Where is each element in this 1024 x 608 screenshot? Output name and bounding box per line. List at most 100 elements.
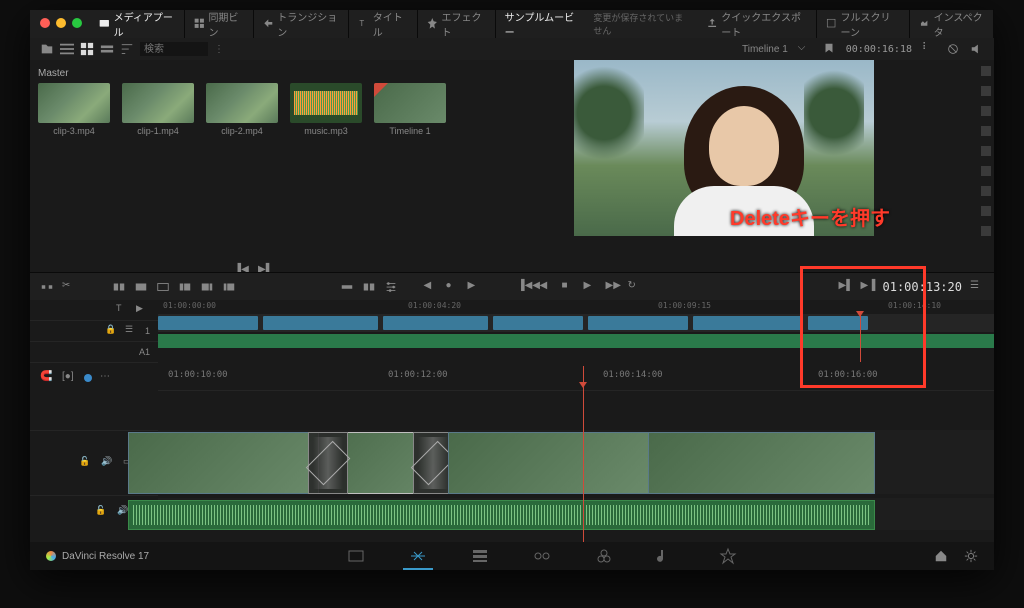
timeline-playhead[interactable] [583,366,584,542]
thumb-view-icon[interactable] [80,42,94,56]
timeline-track-area[interactable]: 01:00:10:00 01:00:12:00 01:00:14:00 01:0… [158,366,994,542]
nav-next-icon[interactable]: ▶ [468,280,482,294]
title-tab[interactable]: T タイトル [349,10,418,38]
cut-page-icon[interactable] [409,547,427,565]
bypass-icon[interactable] [946,42,960,56]
fullscreen-button[interactable]: フルスクリーン [817,9,910,39]
lock-icon[interactable]: 🔒 [105,324,119,338]
camera-icon[interactable] [981,226,991,236]
dots-icon[interactable]: ⠇ [922,42,936,56]
fit-icon[interactable] [178,280,192,294]
first-frame-icon[interactable]: ▐◀◀ [518,280,532,294]
mini-v1-header[interactable]: 🔒 ☰ 1 [30,321,158,342]
lens-icon[interactable] [981,146,991,156]
flag-icon[interactable]: ▶ [136,303,150,317]
insert-icon[interactable] [112,280,126,294]
strip-view-icon[interactable] [100,42,114,56]
quick-export-button[interactable]: クイックエクスポート [698,9,817,39]
nav-prev-icon[interactable]: ◀ [424,280,438,294]
marker-color-icon[interactable] [84,374,92,382]
import-icon[interactable] [40,42,54,56]
mini-clip[interactable] [158,316,258,330]
timeline-name[interactable]: Timeline 1 [742,44,788,55]
speaker-icon[interactable]: 🔊 [101,456,115,470]
maximize-icon[interactable] [72,18,82,28]
transport-timecode[interactable]: 01:00:13:20 [883,280,962,294]
deliver-page-icon[interactable] [719,547,737,565]
color-page-icon[interactable] [595,547,613,565]
edit-page-icon[interactable] [471,547,489,565]
list-view-icon[interactable] [60,42,74,56]
fusion-page-icon[interactable] [533,547,551,565]
ripple-icon[interactable] [222,280,236,294]
settings-gear-icon[interactable] [964,549,978,563]
append-icon[interactable] [200,280,214,294]
mini-track-area[interactable]: 01:00:00:00 01:00:04:20 01:00:09:15 01:0… [158,300,994,364]
mini-clip[interactable] [808,316,868,330]
play-icon[interactable]: ▶ [584,280,598,294]
effect-tab[interactable]: エフェクト [418,10,496,38]
blade-icon[interactable]: ✂ [62,280,76,294]
jump-end-icon[interactable]: ▶▐ [861,280,875,294]
timeline-thumb[interactable]: Timeline 1 [374,83,446,136]
smart-insert-icon[interactable] [40,280,54,294]
mini-clip[interactable] [263,316,378,330]
clip-thumb[interactable]: clip-1.mp4 [122,83,194,136]
loop-icon[interactable]: ↻ [628,280,642,294]
video-clip[interactable] [128,432,320,494]
video-clip[interactable] [448,432,650,494]
mini-clip[interactable] [493,316,583,330]
media-page-icon[interactable] [347,547,365,565]
mini-clip[interactable] [383,316,488,330]
close-icon[interactable] [40,18,50,28]
jump-next-icon[interactable]: ▶▌ [839,280,853,294]
speed-icon[interactable] [981,206,991,216]
stop-icon[interactable]: ■ [562,280,576,294]
mini-clip[interactable] [588,316,688,330]
chevron-down-icon[interactable]: ⌵ [798,42,812,56]
sync-bin-tab[interactable]: 同期ビン [185,10,254,38]
overwrite-icon[interactable] [134,280,148,294]
fairlight-page-icon[interactable] [657,547,675,565]
mini-a1-header[interactable]: A1 [30,342,158,363]
transition-tab[interactable]: トランジション [254,10,349,38]
timeline-ruler[interactable]: 01:00:10:00 01:00:12:00 01:00:14:00 01:0… [158,366,994,391]
marker-add-icon[interactable]: [●] [62,371,76,385]
color-icon[interactable] [981,166,991,176]
video-clip[interactable] [648,432,875,494]
sort-icon[interactable] [120,42,134,56]
clip-thumb[interactable]: clip-3.mp4 [38,83,110,136]
timeline-options-icon[interactable]: ☰ [970,280,984,294]
mini-clip[interactable] [693,316,803,330]
lock-icon[interactable]: 🔓 [95,505,109,519]
snap-icon[interactable]: 🧲 [40,371,54,385]
speaker-icon[interactable] [970,42,984,56]
home-icon[interactable] [934,549,948,563]
transition[interactable] [413,432,453,494]
mini-ruler[interactable]: 01:00:00:00 01:00:04:20 01:00:09:15 01:0… [158,300,994,314]
more-icon[interactable]: ⋯ [100,371,114,385]
audio-track-1[interactable] [158,498,994,530]
layers-icon[interactable]: ☰ [125,324,139,338]
mini-playhead[interactable] [860,312,861,362]
prev-frame-icon[interactable]: ◀ [540,280,554,294]
search-input[interactable] [140,42,208,56]
marker-icon[interactable] [822,42,836,56]
minimize-icon[interactable] [56,18,66,28]
split-icon[interactable] [362,280,376,294]
mini-audio-track[interactable] [158,334,994,348]
replace-icon[interactable] [156,280,170,294]
tools-toggle-icon[interactable] [981,66,991,76]
stabilize-icon[interactable] [981,126,991,136]
audio-icon[interactable] [981,186,991,196]
flip-icon[interactable] [981,106,991,116]
clip-thumb[interactable]: clip-2.mp4 [206,83,278,136]
next-frame-icon[interactable]: ▶▶ [606,280,620,294]
crop-icon[interactable] [981,86,991,96]
clip-thumb[interactable]: music.mp3 [290,83,362,136]
boring-detector-icon[interactable] [340,280,354,294]
transition[interactable] [308,432,348,494]
bin-master[interactable]: Master [38,68,468,79]
inspector-button[interactable]: インスペクタ [910,9,994,39]
audio-clip[interactable] [128,500,875,530]
